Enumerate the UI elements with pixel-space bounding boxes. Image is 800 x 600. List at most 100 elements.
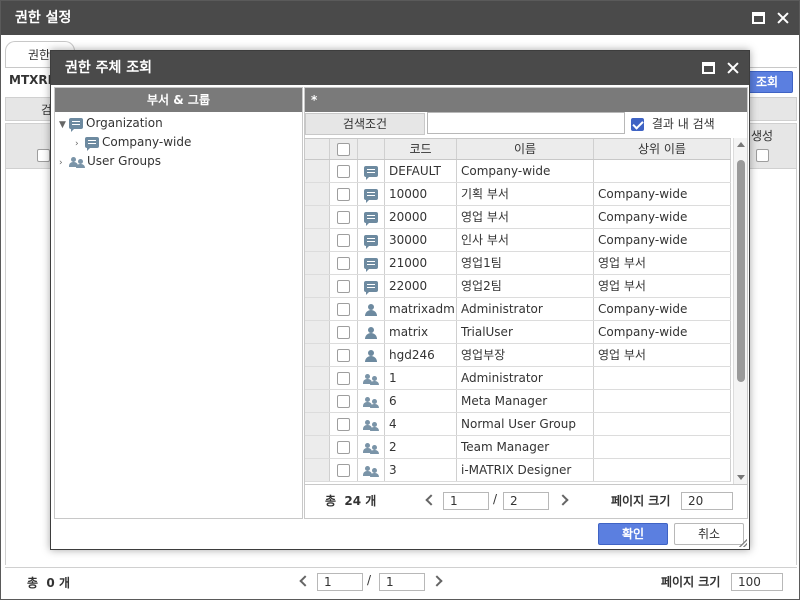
maximize-icon[interactable] <box>751 10 767 26</box>
generate-all-checkbox[interactable] <box>756 149 769 162</box>
cell-parent-name: Company-wide <box>594 206 731 228</box>
row-checkbox[interactable] <box>337 165 350 178</box>
next-page-icon[interactable] <box>431 575 443 587</box>
cell-parent-name: Company-wide <box>594 298 731 320</box>
cell-name: 기획 부서 <box>457 183 594 205</box>
close-icon[interactable] <box>725 60 741 76</box>
cell-code: 30000 <box>385 229 457 251</box>
table-row[interactable]: hgd246 영업부장 영업 부서 <box>305 344 731 367</box>
prev-page-icon[interactable] <box>425 494 437 506</box>
table-row[interactable]: 4 Normal User Group <box>305 413 731 436</box>
row-checkbox[interactable] <box>337 395 350 408</box>
page-current-input[interactable]: 1 <box>443 492 489 510</box>
table-row[interactable]: matrixadm Administrator Company-wide <box>305 298 731 321</box>
table-row[interactable]: 20000 영업 부서 Company-wide <box>305 206 731 229</box>
cell-parent-name <box>594 459 731 481</box>
department-icon <box>85 137 99 151</box>
collapsed-arrow-icon[interactable]: › <box>59 154 69 172</box>
department-icon <box>364 258 378 272</box>
table-row[interactable]: 30000 인사 부서 Company-wide <box>305 229 731 252</box>
cell-code: 22000 <box>385 275 457 297</box>
search-within-checkbox[interactable] <box>631 118 644 131</box>
tree-item-user-groups[interactable]: › User Groups <box>59 152 161 170</box>
cell-parent-name <box>594 390 731 412</box>
row-checkbox[interactable] <box>337 441 350 454</box>
cell-name: 영업 부서 <box>457 206 594 228</box>
column-name[interactable]: 이름 <box>457 139 594 159</box>
page-size-label: 페이지 크기 <box>611 494 671 508</box>
cell-code: 3 <box>385 459 457 481</box>
expanded-arrow-icon[interactable]: ▼ <box>59 116 69 134</box>
cell-code: 21000 <box>385 252 457 274</box>
total-count: 총 24 개 <box>325 494 377 508</box>
dialog-title-bar: 권한 주체 조회 <box>51 51 749 85</box>
row-checkbox[interactable] <box>337 418 350 431</box>
table-row[interactable]: 22000 영업2팀 영업 부서 <box>305 275 731 298</box>
page-size-input[interactable]: 100 <box>731 573 783 591</box>
result-pane: * 검색조건 결과 내 검색 코드 이름 상위 이름 DEFAULT Compan… <box>304 87 748 519</box>
cell-code: DEFAULT <box>385 160 457 182</box>
department-icon <box>364 166 378 180</box>
table-row[interactable]: matrix TrialUser Company-wide <box>305 321 731 344</box>
tree-item-organization[interactable]: ▼ Organization <box>59 114 163 132</box>
next-page-icon[interactable] <box>557 494 569 506</box>
table-row[interactable]: 10000 기획 부서 Company-wide <box>305 183 731 206</box>
department-icon <box>364 281 378 295</box>
row-checkbox[interactable] <box>337 257 350 270</box>
page-total: 1 <box>379 573 425 591</box>
resize-handle-icon[interactable] <box>739 539 747 547</box>
table-row[interactable]: 2 Team Manager <box>305 436 731 459</box>
row-checkbox[interactable] <box>337 349 350 362</box>
search-input[interactable] <box>427 112 625 134</box>
row-checkbox[interactable] <box>337 326 350 339</box>
search-condition-label: 검색조건 <box>305 113 425 135</box>
department-icon <box>364 189 378 203</box>
table-row[interactable]: 21000 영업1팀 영업 부서 <box>305 252 731 275</box>
row-checkbox[interactable] <box>337 211 350 224</box>
maximize-icon[interactable] <box>701 60 717 76</box>
user-group-icon <box>363 373 379 385</box>
window-title: 권한 설정 <box>15 10 72 26</box>
tree-pane: 부서 & 그룹 ▼ Organization › Company-wide › Use… <box>54 87 303 519</box>
table-row[interactable]: DEFAULT Company-wide <box>305 160 731 183</box>
cell-name: i-MATRIX Designer <box>457 459 594 481</box>
cell-name: Administrator <box>457 367 594 389</box>
scroll-up-icon[interactable] <box>737 142 745 147</box>
scroll-thumb[interactable] <box>737 160 745 382</box>
page-size-input[interactable]: 20 <box>681 492 733 510</box>
row-checkbox[interactable] <box>337 234 350 247</box>
tree-header: 부서 & 그룹 <box>55 88 302 112</box>
row-checkbox[interactable] <box>337 372 350 385</box>
cell-name: Team Manager <box>457 436 594 458</box>
table-row[interactable]: 1 Administrator <box>305 367 731 390</box>
select-all-checkbox[interactable] <box>37 149 50 162</box>
select-all-checkbox[interactable] <box>337 143 350 156</box>
column-code[interactable]: 코드 <box>385 139 457 159</box>
search-row: 검색조건 결과 내 검색 <box>305 112 747 138</box>
collapsed-arrow-icon[interactable]: › <box>75 135 85 153</box>
cell-code: matrixadm <box>385 298 457 320</box>
cell-name: Administrator <box>457 298 594 320</box>
grid-scrollbar[interactable] <box>733 138 747 484</box>
row-checkbox[interactable] <box>337 188 350 201</box>
prev-page-icon[interactable] <box>299 575 311 587</box>
cell-code: 1 <box>385 367 457 389</box>
row-checkbox[interactable] <box>337 303 350 316</box>
row-checkbox[interactable] <box>337 280 350 293</box>
table-row[interactable]: 6 Meta Manager <box>305 390 731 413</box>
table-row[interactable]: 3 i-MATRIX Designer <box>305 459 731 482</box>
cell-parent-name: Company-wide <box>594 183 731 205</box>
cell-name: 영업2팀 <box>457 275 594 297</box>
row-checkbox[interactable] <box>337 464 350 477</box>
scroll-down-icon[interactable] <box>737 475 745 480</box>
page-current-input[interactable]: 1 <box>317 573 363 591</box>
close-icon[interactable] <box>775 10 791 26</box>
column-parent-name[interactable]: 상위 이름 <box>594 139 731 159</box>
search-within-toggle[interactable]: 결과 내 검색 <box>631 114 715 134</box>
tree-item-company-wide[interactable]: › Company-wide <box>75 133 191 151</box>
cell-code: 20000 <box>385 206 457 228</box>
confirm-button[interactable]: 확인 <box>598 523 668 545</box>
search-within-label: 결과 내 검색 <box>651 117 715 131</box>
cancel-button[interactable]: 취소 <box>674 523 744 545</box>
cell-code: 6 <box>385 390 457 412</box>
